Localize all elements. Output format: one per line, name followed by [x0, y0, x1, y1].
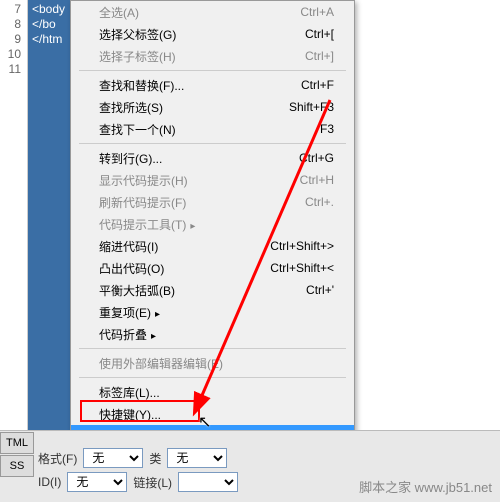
menu-item-shortcut: Ctrl+': [306, 283, 334, 297]
menu-item[interactable]: 快捷键(Y)...: [71, 403, 354, 425]
menu-item[interactable]: 代码折叠: [71, 323, 354, 345]
link-select[interactable]: [178, 472, 238, 492]
line-number: 10: [0, 47, 21, 62]
code-line: </htm: [32, 32, 66, 47]
menu-item: 选择子标签(H) Ctrl+]: [71, 45, 354, 67]
line-number: 8: [0, 17, 21, 32]
menu-item-label: 刷新代码提示(F): [99, 194, 186, 211]
menu-item-shortcut: Ctrl+Shift+>: [270, 239, 334, 253]
code-line: </bo: [32, 17, 66, 32]
menu-item[interactable]: 重复项(E): [71, 301, 354, 323]
menu-item[interactable]: 转到行(G)... Ctrl+G: [71, 147, 354, 169]
line-gutter: 7891011: [0, 0, 28, 430]
menu-separator: [79, 70, 346, 71]
code-editor: 7891011 <body</bo</htm: [0, 0, 70, 430]
tab-html[interactable]: TML: [0, 432, 34, 454]
properties-row: 格式(F) 无 类 无: [38, 448, 496, 468]
id-label: ID(I): [38, 475, 61, 489]
menu-item-shortcut: Ctrl+]: [305, 49, 334, 63]
id-select[interactable]: 无: [67, 472, 127, 492]
menu-item[interactable]: 缩进代码(I) Ctrl+Shift+>: [71, 235, 354, 257]
menu-item-shortcut: Ctrl+A: [300, 5, 334, 19]
menu-item-label: 查找和替换(F)...: [99, 77, 184, 94]
menu-item-label: 平衡大括弧(B): [99, 282, 175, 299]
link-label: 链接(L): [133, 474, 172, 491]
menu-item-shortcut: Ctrl+.: [305, 195, 334, 209]
menu-item-label: 凸出代码(O): [99, 260, 164, 277]
menu-item-label: 使用外部编辑器编辑(E): [99, 355, 223, 372]
menu-item-shortcut: Shift+F3: [289, 100, 334, 114]
menu-item-shortcut: Ctrl+F: [301, 78, 334, 92]
menu-item-label: 缩进代码(I): [99, 238, 158, 255]
menu-item: 显示代码提示(H) Ctrl+H: [71, 169, 354, 191]
menu-item-label: 转到行(G)...: [99, 150, 162, 167]
menu-separator: [79, 143, 346, 144]
line-number: 11: [0, 62, 21, 77]
class-label: 类: [149, 450, 161, 467]
menu-item-label: 代码折叠: [99, 326, 156, 343]
menu-item[interactable]: 选择父标签(G) Ctrl+[: [71, 23, 354, 45]
edit-context-menu: 全选(A) Ctrl+A 选择父标签(G) Ctrl+[ 选择子标签(H) Ctrl+] 查…: [70, 0, 355, 448]
menu-separator: [79, 377, 346, 378]
menu-item-label: 快捷键(Y)...: [99, 406, 161, 423]
menu-item[interactable]: 凸出代码(O) Ctrl+Shift+<: [71, 257, 354, 279]
menu-item-label: 查找所选(S): [99, 99, 163, 116]
menu-item-label: 重复项(E): [99, 304, 160, 321]
menu-item-label: 全选(A): [99, 4, 139, 21]
line-number: 9: [0, 32, 21, 47]
class-select[interactable]: 无: [167, 448, 227, 468]
panel-tab-column: TML SS: [0, 432, 34, 478]
menu-item[interactable]: 查找下一个(N) F3: [71, 118, 354, 140]
tab-css[interactable]: SS: [0, 455, 34, 477]
menu-item[interactable]: 查找所选(S) Shift+F3: [71, 96, 354, 118]
menu-item: 全选(A) Ctrl+A: [71, 1, 354, 23]
menu-item-label: 选择父标签(G): [99, 26, 176, 43]
code-area[interactable]: <body</bo</htm: [28, 0, 70, 430]
menu-item-label: 代码提示工具(T): [99, 216, 195, 233]
line-number: 7: [0, 2, 21, 17]
menu-item: 使用外部编辑器编辑(E): [71, 352, 354, 374]
format-select[interactable]: 无: [83, 448, 143, 468]
menu-item-label: 选择子标签(H): [99, 48, 176, 65]
menu-item-label: 标签库(L)...: [99, 384, 160, 401]
watermark: 脚本之家 www.jb51.net: [359, 477, 492, 496]
menu-item[interactable]: 查找和替换(F)... Ctrl+F: [71, 74, 354, 96]
format-label: 格式(F): [38, 450, 77, 467]
menu-item-shortcut: Ctrl+H: [300, 173, 334, 187]
menu-item: 刷新代码提示(F) Ctrl+.: [71, 191, 354, 213]
menu-item[interactable]: 平衡大括弧(B) Ctrl+': [71, 279, 354, 301]
menu-separator: [79, 348, 346, 349]
menu-item-shortcut: Ctrl+[: [305, 27, 334, 41]
code-line: <body: [32, 2, 66, 17]
menu-item: 代码提示工具(T): [71, 213, 354, 235]
menu-item-shortcut: F3: [320, 122, 334, 136]
menu-item-shortcut: Ctrl+G: [299, 151, 334, 165]
menu-item-shortcut: Ctrl+Shift+<: [270, 261, 334, 275]
menu-item-label: 显示代码提示(H): [99, 172, 188, 189]
menu-item-label: 查找下一个(N): [99, 121, 176, 138]
menu-item[interactable]: 标签库(L)...: [71, 381, 354, 403]
